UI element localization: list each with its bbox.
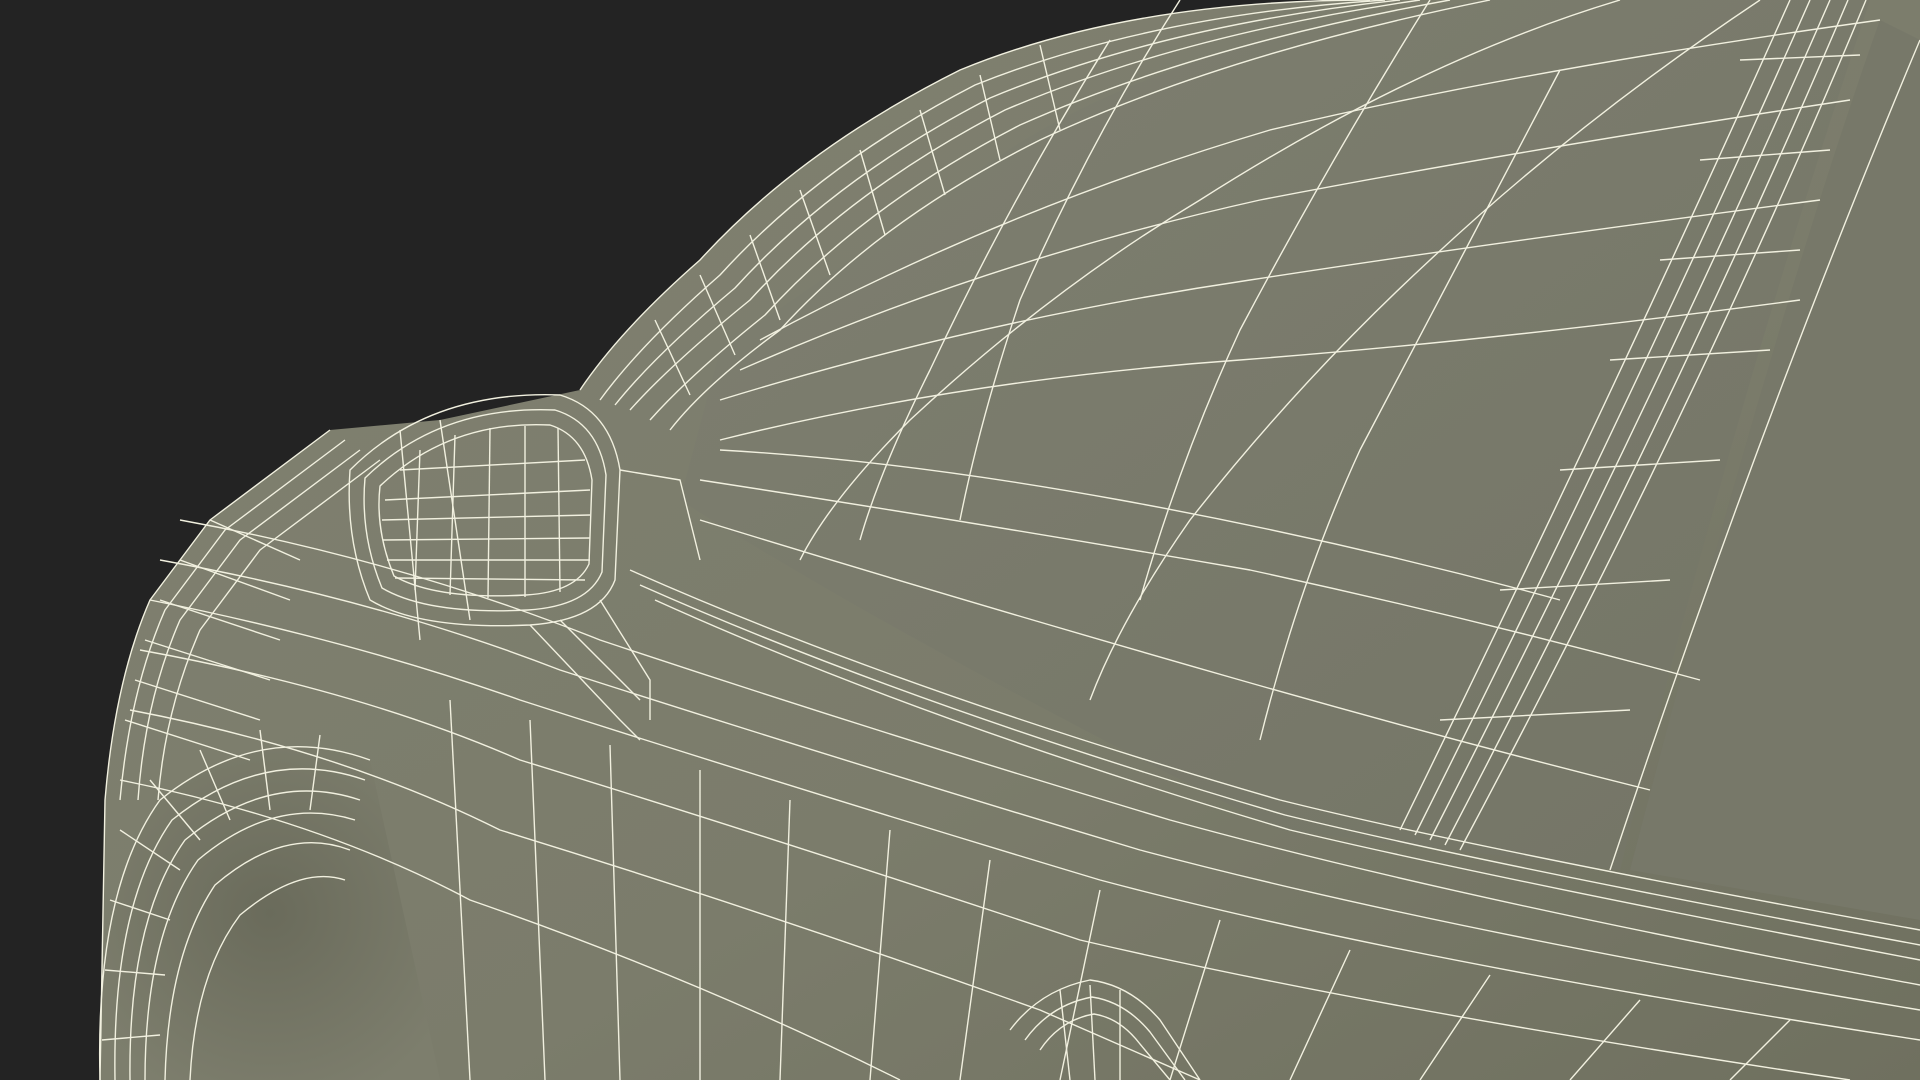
render-viewport [0, 0, 1920, 1080]
